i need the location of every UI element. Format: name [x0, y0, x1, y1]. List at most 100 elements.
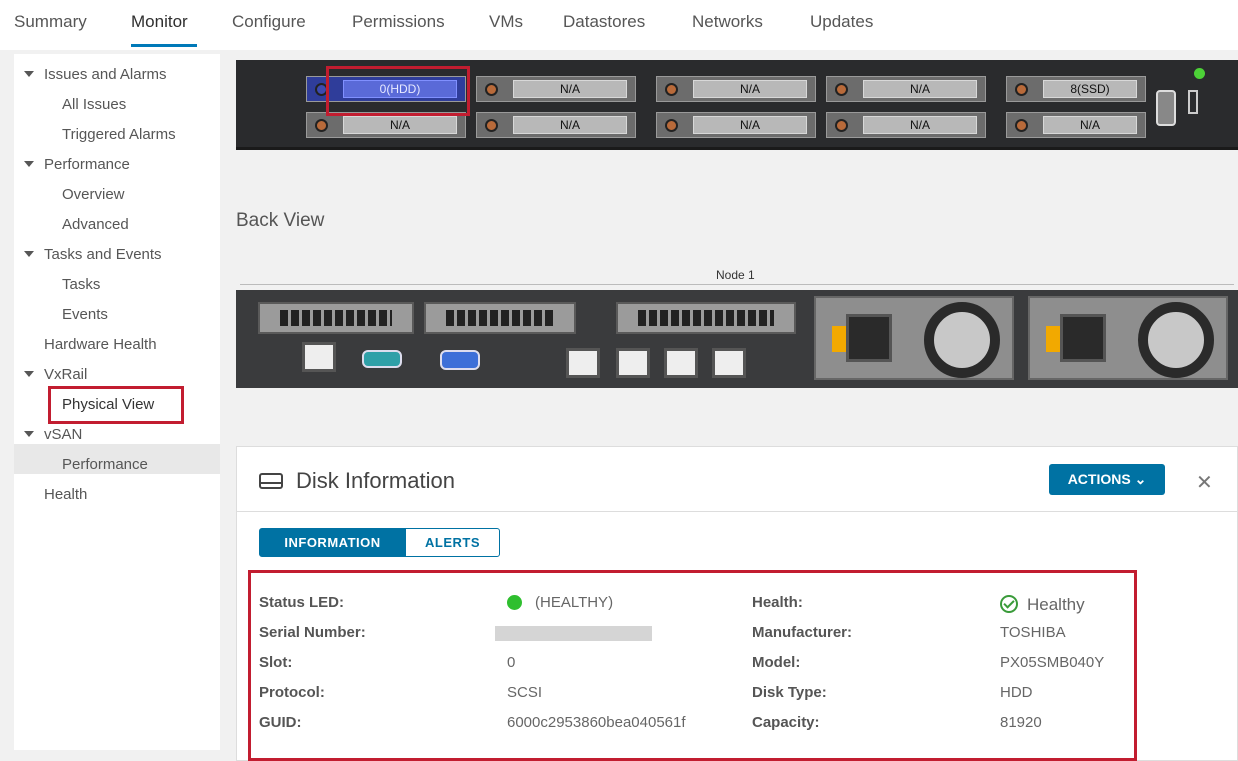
field-value-slot: 0: [507, 654, 516, 671]
sidebar-item-health[interactable]: Health: [44, 486, 87, 503]
sidebar-group-tasks-and-events[interactable]: Tasks and Events: [24, 246, 162, 263]
sidebar-item-vsan-performance[interactable]: Performance: [62, 456, 148, 473]
slot-label: N/A: [513, 116, 627, 134]
disk-slot-bottom-3[interactable]: N/A: [656, 112, 816, 138]
fan-icon: [1138, 302, 1214, 378]
slot-label: N/A: [1043, 116, 1137, 134]
hard-drive-icon: [259, 473, 283, 489]
tab-datastores[interactable]: Datastores: [563, 12, 645, 32]
field-label-serial-number: Serial Number:: [259, 624, 366, 641]
tab-updates[interactable]: Updates: [810, 12, 873, 32]
sidebar-group-issues-and-alarms[interactable]: Issues and Alarms: [24, 66, 167, 83]
sidebar-group-performance[interactable]: Performance: [24, 156, 130, 173]
disk-slot-top-4[interactable]: N/A: [826, 76, 986, 102]
field-label-status-led: Status LED:: [259, 594, 345, 611]
sidebar-item-triggered-alarms[interactable]: Triggered Alarms: [62, 126, 176, 143]
power-supply-1: [814, 296, 1014, 380]
ethernet-port-icon: [616, 348, 650, 378]
vga-port-icon: [440, 350, 480, 370]
slot-led-icon: [835, 83, 848, 96]
caret-down-icon: [24, 251, 34, 258]
sidebar-item-advanced[interactable]: Advanced: [62, 216, 129, 233]
check-circle-icon: [1000, 595, 1018, 613]
slot-label: N/A: [693, 116, 807, 134]
field-value-health: Healthy: [1027, 595, 1085, 614]
slot-led-icon: [1015, 119, 1028, 132]
usb-port-icon: [1188, 90, 1198, 114]
ethernet-port-icon: [664, 348, 698, 378]
status-led-indicator: [507, 595, 522, 610]
tab-summary[interactable]: Summary: [14, 12, 87, 32]
slot-label: N/A: [863, 116, 977, 134]
fan-icon: [924, 302, 1000, 378]
power-supply-2: [1028, 296, 1228, 380]
tab-information[interactable]: INFORMATION: [259, 528, 406, 557]
monitor-sidebar: Issues and Alarms All Issues Triggered A…: [14, 54, 220, 750]
ethernet-port-icon: [302, 342, 336, 372]
power-led-icon: [1194, 68, 1205, 79]
field-value-capacity: 81920: [1000, 714, 1042, 731]
caret-down-icon: [24, 431, 34, 438]
tab-alerts[interactable]: ALERTS: [405, 528, 500, 557]
chassis-back-view: [236, 290, 1238, 388]
ethernet-port-icon: [566, 348, 600, 378]
sidebar-item-overview[interactable]: Overview: [62, 186, 125, 203]
back-view-heading: Back View: [236, 210, 325, 231]
sidebar-group-label: Performance: [44, 156, 130, 173]
vga-port-icon: [1156, 90, 1176, 126]
disk-slot-0[interactable]: 0(HDD): [306, 76, 466, 102]
caret-down-icon: [24, 71, 34, 78]
node-label: Node 1: [716, 268, 755, 282]
disk-slot-bottom-1[interactable]: N/A: [306, 112, 466, 138]
sidebar-group-label: vSAN: [44, 426, 83, 443]
slot-label: N/A: [343, 116, 457, 134]
field-label-capacity: Capacity:: [752, 714, 820, 731]
tab-networks[interactable]: Networks: [692, 12, 763, 32]
actions-button[interactable]: ACTIONS ⌄: [1049, 464, 1165, 495]
disk-slot-bottom-5[interactable]: N/A: [1006, 112, 1146, 138]
sidebar-item-events[interactable]: Events: [62, 306, 108, 323]
sidebar-group-vxrail[interactable]: VxRail: [24, 366, 87, 383]
slot-led-icon: [315, 119, 328, 132]
field-value-guid: 6000c2953860bea040561f: [507, 714, 686, 731]
field-label-slot: Slot:: [259, 654, 293, 671]
disk-slot-top-2[interactable]: N/A: [476, 76, 636, 102]
sidebar-item-hardware-health[interactable]: Hardware Health: [44, 336, 157, 353]
slot-led-icon: [1015, 83, 1028, 96]
sidebar-item-tasks[interactable]: Tasks: [62, 276, 100, 293]
field-value-model: PX05SMB040Y: [1000, 654, 1105, 671]
object-tabs: Summary Monitor Configure Permissions VM…: [0, 0, 1238, 50]
field-label-model: Model:: [752, 654, 801, 671]
sidebar-group-vsan[interactable]: vSAN: [24, 426, 82, 443]
sidebar-group-label: Tasks and Events: [44, 246, 162, 263]
disk-slot-8[interactable]: 8(SSD): [1006, 76, 1146, 102]
disk-slot-bottom-2[interactable]: N/A: [476, 112, 636, 138]
slot-led-icon: [485, 83, 498, 96]
pcie-slot-1: [258, 302, 414, 334]
pcie-slot-3: [616, 302, 796, 334]
field-label-manufacturer: Manufacturer:: [752, 624, 853, 641]
sidebar-item-physical-view[interactable]: Physical View: [62, 396, 154, 413]
slot-led-icon: [485, 119, 498, 132]
tab-vms[interactable]: VMs: [489, 12, 523, 32]
panel-divider: [237, 511, 1237, 512]
slot-led-icon: [665, 119, 678, 132]
tab-permissions[interactable]: Permissions: [352, 12, 445, 32]
slot-label: N/A: [693, 80, 807, 98]
field-value-protocol: SCSI: [507, 684, 543, 701]
close-icon[interactable]: ✕: [1196, 470, 1213, 495]
field-label-guid: GUID:: [259, 714, 302, 731]
sidebar-item-all-issues[interactable]: All Issues: [62, 96, 126, 113]
slot-label: 0(HDD): [343, 80, 457, 98]
field-label-health: Health:: [752, 594, 803, 611]
slot-label: N/A: [863, 80, 977, 98]
tab-configure[interactable]: Configure: [232, 12, 306, 32]
chassis-front-view: 0(HDD) N/A N/A N/A 8(SSD) N/A N/A N/A N/…: [236, 60, 1238, 150]
slot-label: N/A: [513, 80, 627, 98]
node-bracket-line: [240, 284, 1234, 285]
disk-slot-bottom-4[interactable]: N/A: [826, 112, 986, 138]
disk-slot-top-3[interactable]: N/A: [656, 76, 816, 102]
sidebar-group-label: VxRail: [44, 366, 88, 383]
tab-monitor[interactable]: Monitor: [131, 12, 188, 32]
field-value-manufacturer: TOSHIBA: [1000, 624, 1066, 641]
